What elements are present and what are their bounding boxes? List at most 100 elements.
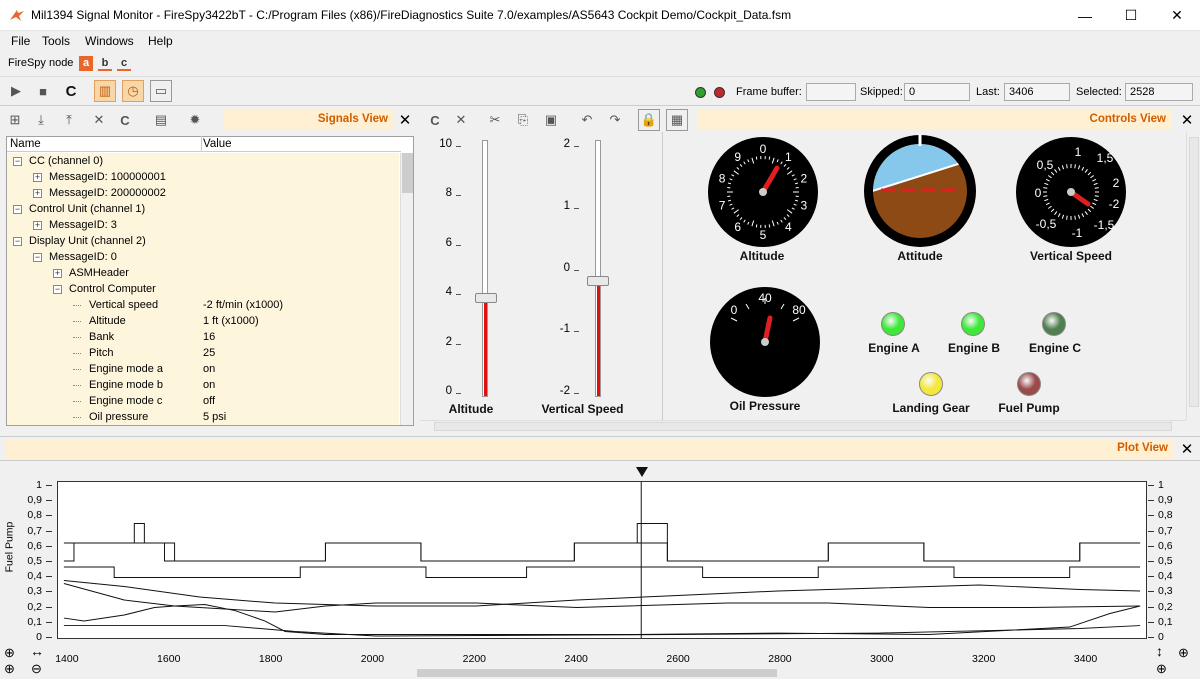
import-icon[interactable]: ⤓ <box>30 109 52 131</box>
tree-row[interactable]: − Control Computer <box>7 281 399 297</box>
node-a-button[interactable]: a <box>79 56 93 71</box>
plot-ytick-mark <box>1148 530 1154 532</box>
altitude-slider-ticks: 10 8 6 4 2 0 <box>432 132 462 402</box>
tree-row[interactable]: − Control Unit (channel 1) <box>7 201 399 217</box>
zoom-in-y-icon[interactable]: ⊕ <box>4 645 15 661</box>
expand-icon[interactable]: + <box>33 189 42 198</box>
node-bar: FireSpy node <box>0 52 1200 74</box>
plot-ytick-mark <box>1148 606 1154 608</box>
vertical-speed-slider-ticks: 2 1 0 -1 -2 <box>550 132 580 402</box>
minimize-button[interactable]: — <box>1062 0 1108 31</box>
collapse-icon[interactable]: − <box>13 205 22 214</box>
export-icon[interactable]: ⤒ <box>58 109 80 131</box>
controls-close-icon[interactable]: ✕ <box>1180 111 1194 129</box>
cursor-marker-icon[interactable] <box>635 465 649 479</box>
signals-close-icon[interactable]: ✕ <box>398 111 412 129</box>
signals-scroll-thumb[interactable] <box>402 153 413 193</box>
altitude-slider-thumb[interactable] <box>475 293 497 304</box>
plot-view: Fuel Pump 1 0,9 0,8 0,7 0,6 0,5 0,4 0,3 0,2 0,1 0 … <box>0 460 1200 679</box>
expand-icon[interactable]: + <box>53 269 62 278</box>
plot-ytick-mark <box>1148 485 1154 486</box>
tree-row[interactable]: − Display Unit (channel 2) <box>7 233 399 249</box>
plot-hscroll-thumb[interactable] <box>417 669 777 677</box>
undo-icon[interactable]: ↶ <box>576 109 598 131</box>
close-button[interactable]: ✕ <box>1154 0 1200 31</box>
menu-windows[interactable]: Windows <box>85 34 134 48</box>
details-icon[interactable]: ▤ <box>150 109 172 131</box>
plot-canvas[interactable] <box>57 481 1147 639</box>
controls-view-toggle-icon[interactable]: ◷ <box>122 80 144 102</box>
slider-tick-mark <box>456 393 461 394</box>
redo-icon[interactable]: ↷ <box>604 109 626 131</box>
tree-row[interactable]: + ASMHeader <box>7 265 399 281</box>
collapse-icon[interactable]: − <box>13 157 22 166</box>
tree-row[interactable]: Altitude 1 ft (x1000) <box>7 313 399 329</box>
signals-scrollbar[interactable] <box>400 153 413 425</box>
tree-row[interactable]: Vertical speed -2 ft/min (x1000) <box>7 297 399 313</box>
signals-toolbar: ⊞ ⤓ ⤒ ✕ C ▤ ✹ Signals View ✕ <box>0 108 418 132</box>
plot-view-toggle-icon[interactable]: ▭ <box>150 80 172 102</box>
menu-tools[interactable]: Tools <box>42 34 70 48</box>
fit-vertical-icon[interactable]: ↕ <box>1156 643 1163 659</box>
plot-close-icon[interactable]: ✕ <box>1180 440 1194 458</box>
signals-view-toggle-icon[interactable]: ▥ <box>94 80 116 102</box>
altitude-slider-track[interactable] <box>482 140 488 397</box>
tree-row[interactable]: Pitch 25 <box>7 345 399 361</box>
zoom-in-x-icon[interactable]: ⊕ <box>4 661 15 677</box>
tree-row[interactable]: Engine mode a on <box>7 361 399 377</box>
tree-row[interactable]: + MessageID: 200000002 <box>7 185 399 201</box>
expand-icon[interactable]: + <box>33 221 42 230</box>
collapse-icon[interactable]: − <box>13 237 22 246</box>
vertical-speed-slider-thumb[interactable] <box>587 275 609 286</box>
node-b-button[interactable]: b <box>98 56 112 71</box>
plot-hscroll[interactable] <box>57 667 1147 679</box>
controls-vscroll[interactable] <box>1186 132 1200 420</box>
vertical-speed-slider-track[interactable] <box>595 140 601 397</box>
tree-row[interactable]: + MessageID: 3 <box>7 217 399 233</box>
stop-icon[interactable]: ■ <box>32 80 54 102</box>
clear-signals-icon[interactable]: C <box>114 109 136 131</box>
zoom-in-bottom-icon[interactable]: ⊕ <box>1156 661 1167 677</box>
controls-clear-icon[interactable]: C <box>424 109 446 131</box>
collapse-icon[interactable]: − <box>53 285 62 294</box>
copy-icon[interactable]: ⎘ <box>512 109 534 131</box>
plot-ytick-mark <box>1148 515 1154 517</box>
vsi-tick <box>1094 187 1099 189</box>
col-divider[interactable] <box>201 136 202 152</box>
tree-row[interactable]: Engine mode b on <box>7 377 399 393</box>
menu-file[interactable]: File <box>11 34 30 48</box>
collapse-icon[interactable]: − <box>33 253 42 262</box>
cut-icon[interactable]: ✂ <box>484 109 506 131</box>
tree-row[interactable]: − CC (channel 0) <box>7 153 399 169</box>
tree-row[interactable]: Bank 16 <box>7 329 399 345</box>
controls-delete-icon[interactable]: ✕ <box>450 109 472 131</box>
tree-row[interactable]: − MessageID: 0 <box>7 249 399 265</box>
col-value-header[interactable]: Value <box>203 138 232 150</box>
controls-hscroll[interactable] <box>420 420 1186 432</box>
fit-horizontal-icon[interactable]: ↔ <box>30 643 44 659</box>
maximize-button[interactable]: ☐ <box>1108 0 1154 31</box>
delete-icon[interactable]: ✕ <box>88 109 110 131</box>
paste-icon[interactable]: ▣ <box>540 109 562 131</box>
altimeter-number: 2 <box>801 172 808 186</box>
tree-row[interactable]: Engine mode c off <box>7 393 399 409</box>
controls-hscroll-thumb[interactable] <box>434 422 1172 431</box>
expand-icon[interactable]: + <box>33 173 42 182</box>
lock-icon[interactable]: 🔒 <box>638 109 660 131</box>
node-c-button[interactable]: c <box>117 56 131 71</box>
menu-help[interactable]: Help <box>148 34 173 48</box>
tree-row[interactable]: + MessageID: 100000001 <box>7 169 399 185</box>
grid-icon[interactable]: ▦ <box>666 109 688 131</box>
col-name-header[interactable]: Name <box>10 138 41 150</box>
tree-row[interactable]: Oil pressure 5 psi <box>7 409 399 425</box>
plot-xtick-label: 3400 <box>1073 653 1098 665</box>
zoom-out-x-icon[interactable]: ⊖ <box>31 661 42 677</box>
clear-icon[interactable]: C <box>60 80 82 102</box>
slider-tick-mark <box>574 269 579 271</box>
controls-vscroll-thumb[interactable] <box>1189 137 1199 407</box>
add-signal-icon[interactable]: ⊞ <box>4 109 26 131</box>
skipped-label: Skipped: <box>860 86 903 98</box>
zoom-in-right-icon[interactable]: ⊕ <box>1178 645 1189 661</box>
play-icon[interactable]: ▶ <box>5 80 27 102</box>
settings-icon[interactable]: ✹ <box>184 109 206 131</box>
